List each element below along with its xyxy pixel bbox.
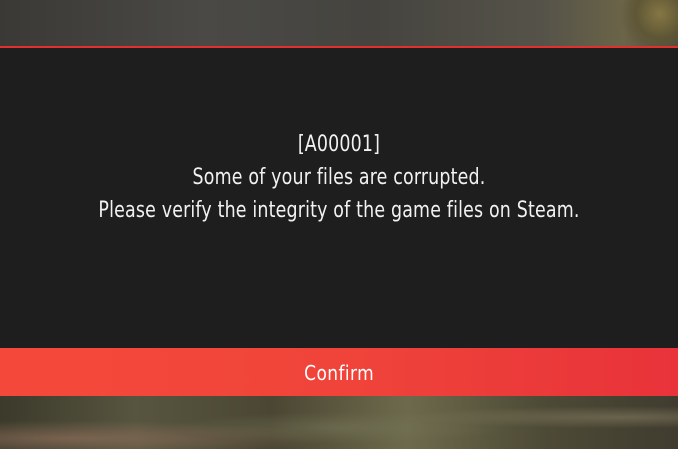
error-message: [A00001] Some of your files are corrupte…: [0, 128, 678, 227]
background-foliage: [0, 396, 678, 449]
game-screen: [A00001] Some of your files are corrupte…: [0, 0, 678, 449]
background-scene-top: [0, 0, 678, 47]
error-message-line-2: Please verify the integrity of the game …: [98, 198, 580, 223]
error-message-line-1: Some of your files are corrupted.: [192, 165, 486, 190]
background-tree: [618, 0, 678, 47]
background-scene-bottom: [0, 396, 678, 449]
confirm-button-label: Confirm: [304, 361, 374, 385]
error-dialog: [A00001] Some of your files are corrupte…: [0, 46, 678, 398]
error-code: [A00001]: [297, 132, 381, 157]
confirm-button[interactable]: Confirm: [0, 348, 678, 398]
